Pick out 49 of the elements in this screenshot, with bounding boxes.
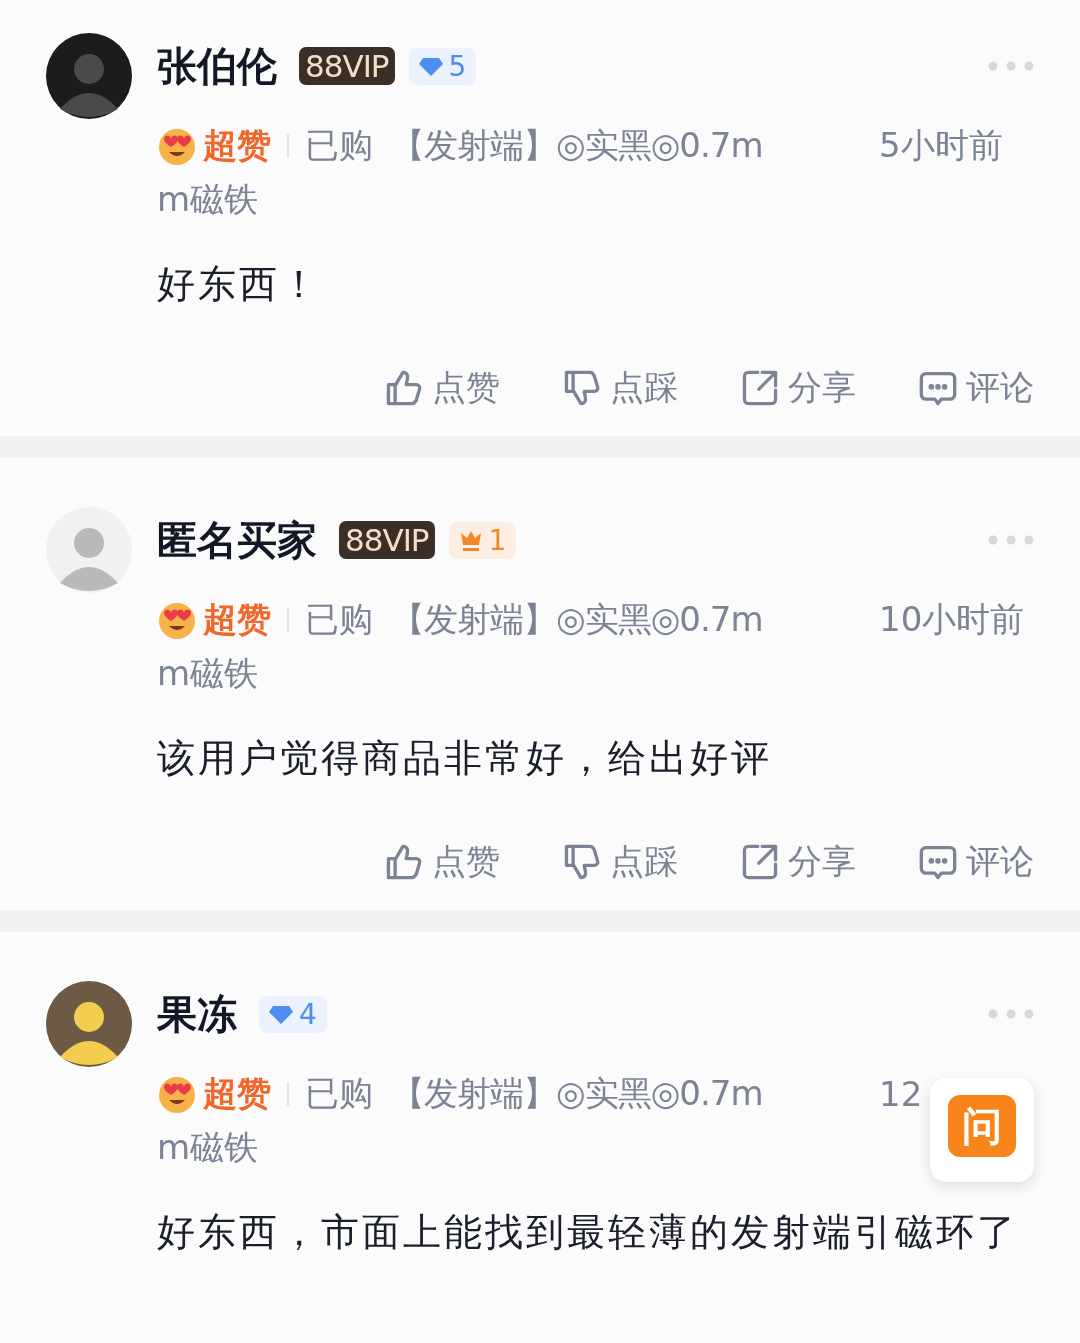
rating-label: 超赞 xyxy=(203,598,271,641)
post-time: 12 xyxy=(879,1074,924,1114)
vip-badge: 88VIP xyxy=(339,521,435,559)
review-text: 好东西，市面上能找到最轻薄的发射端引磁环了 xyxy=(157,1209,1019,1256)
purchased-label: 已购 xyxy=(305,124,373,167)
post-time: 5小时前 xyxy=(879,124,1004,167)
dislike-button[interactable]: 点踩 xyxy=(562,839,678,885)
level-badge: 1 xyxy=(448,521,517,559)
avatar[interactable] xyxy=(46,981,132,1067)
rating-label: 超赞 xyxy=(203,1072,271,1115)
dislike-button[interactable]: 点踩 xyxy=(562,365,678,411)
share-button[interactable]: 分享 xyxy=(740,839,856,885)
avatar[interactable] xyxy=(46,33,132,119)
product-spec: m磁铁 xyxy=(157,178,259,221)
purchased-label: 已购 xyxy=(305,598,373,641)
more-icon[interactable] xyxy=(988,1009,1034,1019)
share-button[interactable]: 分享 xyxy=(740,365,856,411)
more-icon[interactable] xyxy=(988,535,1034,545)
heart-eyes-emoji-icon xyxy=(157,1074,197,1114)
thumbs-down-icon xyxy=(562,368,602,408)
heart-eyes-emoji-icon xyxy=(157,126,197,166)
user-name: 匿名买家 xyxy=(157,515,317,565)
thumbs-up-icon xyxy=(384,842,424,882)
review-text: 该用户觉得商品非常好，给出好评 xyxy=(157,735,773,782)
product-spec: 【发射端】◎实黑◎0.7m xyxy=(391,124,763,167)
product-spec: m磁铁 xyxy=(157,652,259,695)
share-icon xyxy=(740,842,780,882)
product-spec: 【发射端】◎实黑◎0.7m xyxy=(391,1072,763,1115)
like-button[interactable]: 点赞 xyxy=(384,365,500,411)
thumbs-up-icon xyxy=(384,368,424,408)
heart-eyes-emoji-icon xyxy=(157,600,197,640)
share-icon xyxy=(740,368,780,408)
comment-button[interactable]: 评论 xyxy=(918,839,1034,885)
thumbs-down-icon xyxy=(562,842,602,882)
level-badge: 5 xyxy=(408,47,477,85)
rating-label: 超赞 xyxy=(203,124,271,167)
purchased-label: 已购 xyxy=(305,1072,373,1115)
level-badge: 4 xyxy=(259,995,327,1033)
product-spec: m磁铁 xyxy=(157,1126,259,1169)
ask-button[interactable]: 问 xyxy=(930,1078,1034,1182)
user-name: 张伯伦 xyxy=(157,41,277,91)
user-name: 果冻 xyxy=(157,989,237,1039)
vip-badge: 88VIP xyxy=(299,47,395,85)
post-time: 10小时前 xyxy=(879,598,1026,641)
more-icon[interactable] xyxy=(988,61,1034,71)
like-button[interactable]: 点赞 xyxy=(384,839,500,885)
review-text: 好东西！ xyxy=(157,261,322,308)
product-spec: 【发射端】◎实黑◎0.7m xyxy=(391,598,763,641)
comment-button[interactable]: 评论 xyxy=(918,365,1034,411)
